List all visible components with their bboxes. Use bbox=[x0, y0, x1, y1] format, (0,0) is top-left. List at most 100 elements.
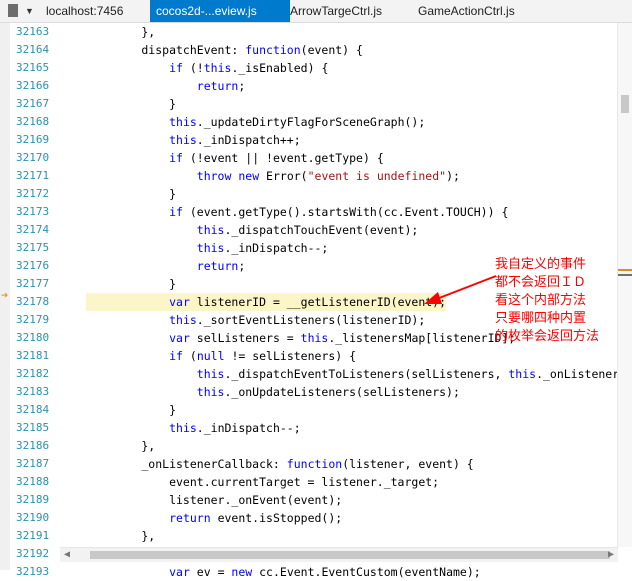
line-number: 32177 bbox=[16, 277, 50, 290]
code-line[interactable]: 32166 return; bbox=[0, 77, 618, 95]
code-line[interactable]: 32193 var ev = new cc.Event.EventCustom(… bbox=[0, 563, 618, 581]
current-line-arrow-icon: ➔ bbox=[1, 288, 9, 302]
line-number: 32164 bbox=[16, 43, 50, 56]
line-number: 32174 bbox=[16, 223, 50, 236]
scroll-left-icon[interactable]: ◀ bbox=[64, 548, 70, 562]
code-line[interactable]: 32168 this._updateDirtyFlagForSceneGraph… bbox=[0, 113, 618, 131]
chevron-down-icon: ▼ bbox=[25, 6, 34, 16]
code-text: dispatchEvent: function(event) { bbox=[86, 43, 363, 57]
code-text: this._onUpdateListeners(selListeners); bbox=[196, 385, 460, 399]
code-line[interactable]: 32172 } bbox=[0, 185, 618, 203]
tab-localhost[interactable]: localhost:7456 bbox=[44, 0, 150, 22]
code-line[interactable]: 32191 }, bbox=[0, 527, 618, 545]
line-number: 32180 bbox=[16, 331, 50, 344]
code-line[interactable]: 32174 this._dispatchTouchEvent(event); bbox=[0, 221, 618, 239]
code-line[interactable]: 32185 this._inDispatch--; bbox=[0, 419, 618, 437]
document-icon bbox=[8, 4, 18, 17]
annotation-line: 只要哪四种内置 bbox=[495, 311, 587, 326]
line-number: 32173 bbox=[16, 205, 50, 218]
annotation-line: 看这个内部方法 bbox=[495, 293, 587, 308]
code-line[interactable]: 32186 }, bbox=[0, 437, 618, 455]
code-text: listener._onEvent(event); bbox=[86, 493, 343, 507]
code-text: }, bbox=[86, 529, 156, 543]
tab-list-menu[interactable]: ▼ bbox=[2, 0, 38, 22]
horizontal-scroll-thumb[interactable] bbox=[90, 551, 610, 559]
annotation-line: 我自定义的事件 bbox=[495, 257, 587, 272]
code-text: } bbox=[86, 187, 177, 201]
line-number: 32178 bbox=[16, 295, 50, 308]
line-number: 32171 bbox=[16, 169, 50, 182]
line-number: 32188 bbox=[16, 475, 50, 488]
code-line[interactable]: 32175 this._inDispatch--; bbox=[0, 239, 618, 257]
tab-gameactionctrl[interactable]: GameActionCtrl.js bbox=[418, 0, 538, 22]
code-line[interactable]: 32173 if (event.getType().startsWith(cc.… bbox=[0, 203, 618, 221]
line-number: 32182 bbox=[16, 367, 50, 380]
line-number: 32172 bbox=[16, 187, 50, 200]
code-text: this._dispatchEventToListeners(selListen… bbox=[196, 367, 632, 381]
line-number: 32168 bbox=[16, 115, 50, 128]
code-line[interactable]: 32183 this._onUpdateListeners(selListene… bbox=[0, 383, 618, 401]
code-line[interactable]: 32181 if (null != selListeners) { bbox=[0, 347, 618, 365]
line-number: 32179 bbox=[16, 313, 50, 326]
annotation-line: 都不会返回ＩＤ bbox=[495, 275, 587, 290]
code-text: this._inDispatch--; bbox=[169, 421, 301, 435]
line-number: 32176 bbox=[16, 259, 50, 272]
code-line[interactable]: 32169 this._inDispatch++; bbox=[0, 131, 618, 149]
line-number: 32191 bbox=[16, 529, 50, 542]
code-text: }, bbox=[86, 25, 156, 39]
vertical-scroll-thumb[interactable] bbox=[621, 95, 629, 113]
line-number: 32183 bbox=[16, 385, 50, 398]
code-text: if (null != selListeners) { bbox=[169, 349, 357, 363]
code-text: _onListenerCallback: function(listener, … bbox=[86, 457, 474, 471]
code-text: this._sortEventListeners(listenerID); bbox=[169, 313, 426, 327]
annotation-arrow-icon bbox=[424, 275, 497, 304]
code-text: if (event.getType().startsWith(cc.Event.… bbox=[169, 205, 509, 219]
code-line[interactable]: 32164 dispatchEvent: function(event) { bbox=[0, 41, 618, 59]
line-number: 32190 bbox=[16, 511, 50, 524]
line-number: 32163 bbox=[16, 25, 50, 38]
code-line[interactable]: 32170 if (!event || !event.getType) { bbox=[0, 149, 618, 167]
code-text: this._inDispatch--; bbox=[196, 241, 329, 255]
line-number: 32184 bbox=[16, 403, 50, 416]
code-line[interactable]: 32182 this._dispatchEventToListeners(sel… bbox=[0, 365, 632, 383]
scroll-right-icon[interactable]: ▶ bbox=[608, 548, 614, 562]
code-text: this._inDispatch++; bbox=[169, 133, 301, 147]
tab-cocos2d-preview[interactable]: cocos2d-...eview.js bbox=[150, 0, 290, 22]
code-text: event.currentTarget = listener._target; bbox=[86, 475, 440, 489]
code-line[interactable]: 32189 listener._onEvent(event); bbox=[0, 491, 618, 509]
code-text: var ev = new cc.Event.EventCustom(eventN… bbox=[169, 565, 481, 579]
code-line[interactable]: 32190 return event.isStopped(); bbox=[0, 509, 618, 527]
line-number: 32166 bbox=[16, 79, 50, 92]
code-text: this._dispatchTouchEvent(event); bbox=[196, 223, 419, 237]
code-line[interactable]: 32184 } bbox=[0, 401, 618, 419]
tab-arrowtargectrl[interactable]: ArrowTargeCtrl.js bbox=[290, 0, 410, 22]
code-text: } bbox=[86, 277, 177, 291]
code-text: return; bbox=[196, 79, 246, 93]
line-number: 32167 bbox=[16, 97, 50, 110]
line-number: 32193 bbox=[16, 565, 50, 578]
line-number: 32187 bbox=[16, 457, 50, 470]
annotation-line: 的枚举会返回方法 bbox=[495, 329, 600, 344]
line-number: 32175 bbox=[16, 241, 50, 254]
code-line[interactable]: 32171 throw new Error("event is undefine… bbox=[0, 167, 618, 185]
code-line[interactable]: 32167 } bbox=[0, 95, 618, 113]
code-text: }, bbox=[86, 439, 156, 453]
code-text: var listenerID = __getListenerID(event); bbox=[86, 293, 447, 311]
line-number: 32170 bbox=[16, 151, 50, 164]
code-text: } bbox=[86, 97, 177, 111]
line-number: 32186 bbox=[16, 439, 50, 452]
code-text: this._updateDirtyFlagForSceneGraph(); bbox=[169, 115, 426, 129]
code-line[interactable]: 32187 _onListenerCallback: function(list… bbox=[0, 455, 618, 473]
code-text: var selListeners = this._listenersMap[li… bbox=[169, 331, 516, 345]
horizontal-scrollbar[interactable]: ◀ ▶ bbox=[60, 547, 618, 562]
line-number: 32169 bbox=[16, 133, 50, 146]
code-line[interactable]: 32165 if (!this._isEnabled) { bbox=[0, 59, 618, 77]
code-line[interactable]: 32163 }, bbox=[0, 23, 618, 41]
code-text: return; bbox=[196, 259, 246, 273]
line-number: 32189 bbox=[16, 493, 50, 506]
code-text: } bbox=[86, 403, 177, 417]
code-text: if (!event || !event.getType) { bbox=[169, 151, 384, 165]
code-line[interactable]: 32188 event.currentTarget = listener._ta… bbox=[0, 473, 618, 491]
annotation-note: 我自定义的事件 都不会返回ＩＤ 看这个内部方法 只要哪四种内置 的枚举会返回方法 bbox=[495, 256, 630, 346]
line-number: 32165 bbox=[16, 61, 50, 74]
